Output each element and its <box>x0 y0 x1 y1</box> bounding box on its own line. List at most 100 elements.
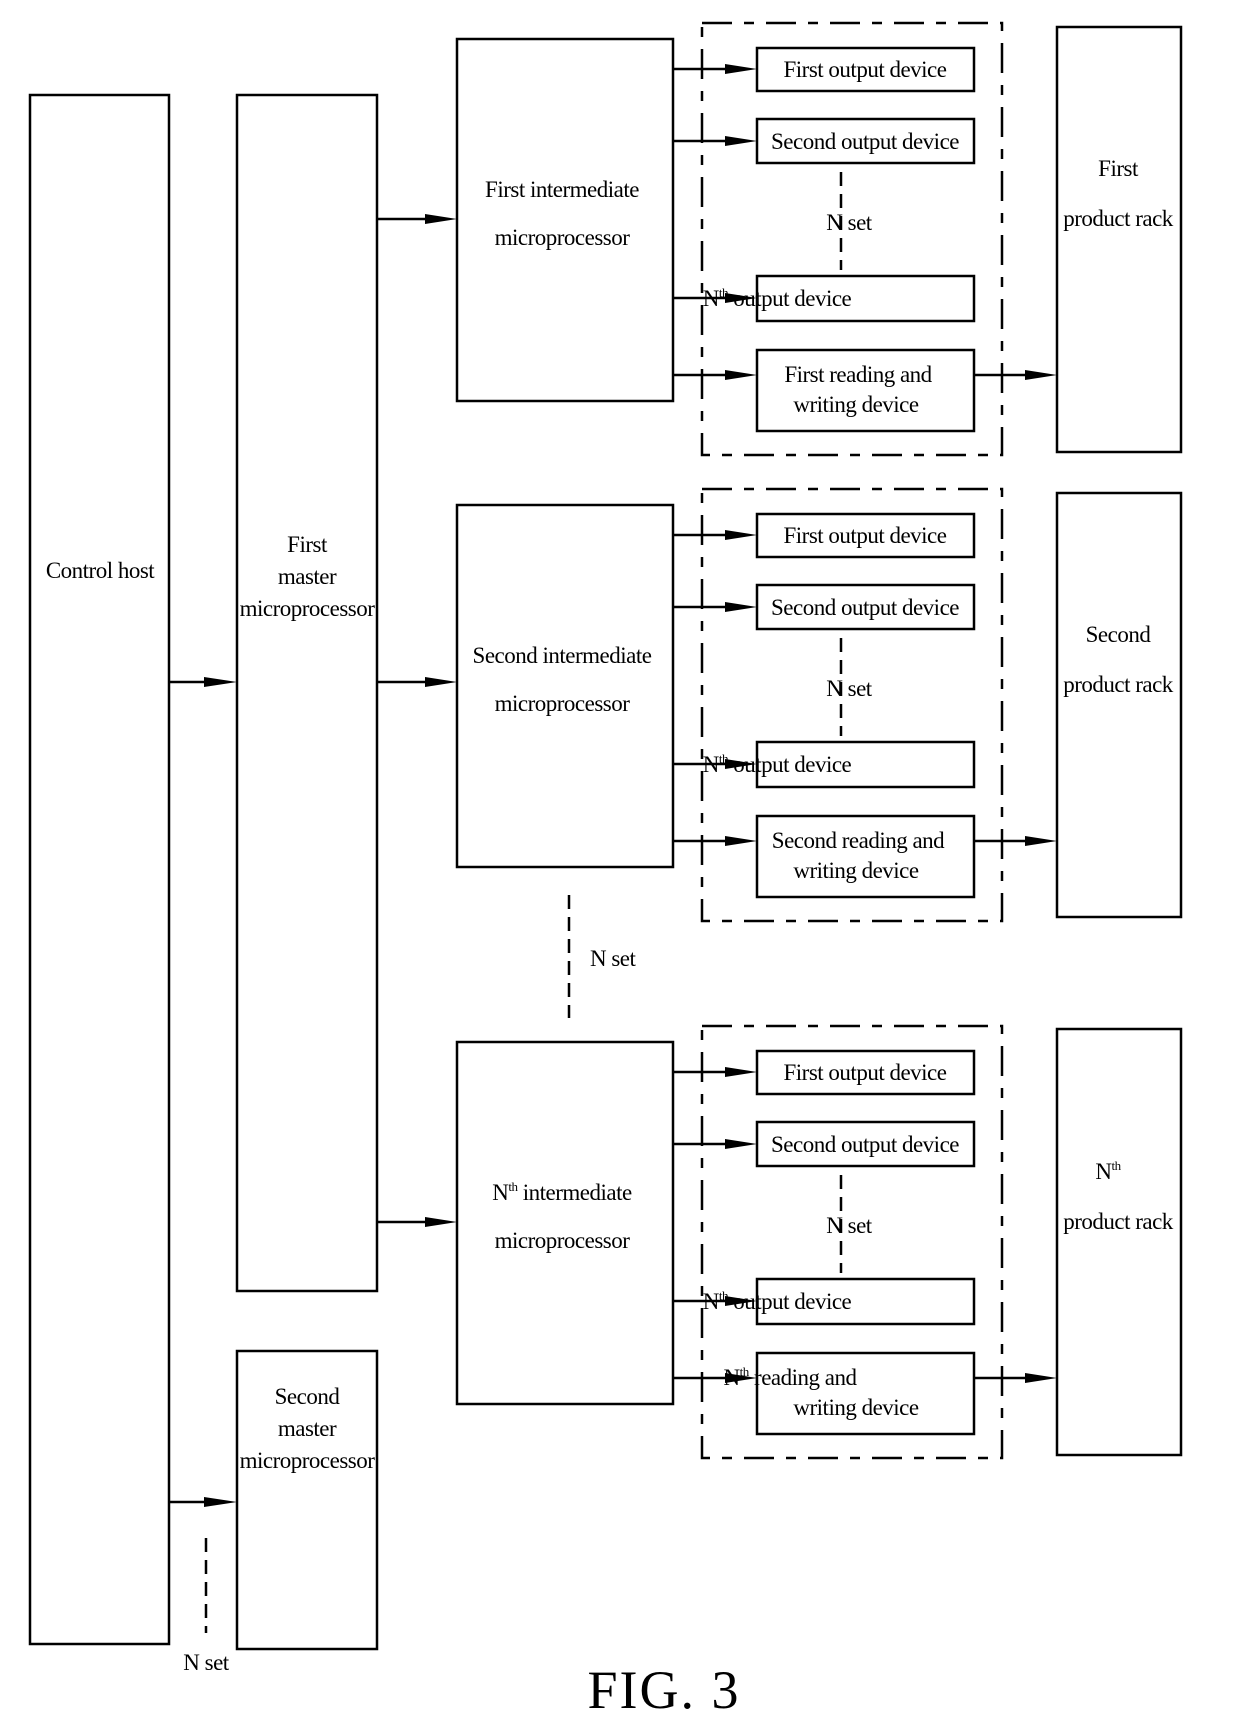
second-reading-writing-device: Second reading and writing device <box>755 814 976 899</box>
output-device-label: Second output device <box>771 595 959 620</box>
arrowhead-icon <box>725 602 757 612</box>
reading-writing-label-line1: Second reading and <box>772 828 945 853</box>
arrowhead-icon <box>204 677 237 687</box>
nth-product-rack: Nthproduct rack <box>1055 1027 1183 1457</box>
nth-intermediate-label-line2: microprocessor <box>495 1228 631 1253</box>
nth-reading-writing-device: Nth reading and writing device <box>724 1351 976 1436</box>
arrow-control-to-first-master <box>169 677 237 687</box>
arrow-first-intermediate-to-output-2 <box>673 136 757 146</box>
output-device: Second output device <box>755 117 976 165</box>
nth-section: Nth intermediatemicroprocessor First outp… <box>377 1024 1183 1460</box>
n-set-masters-label: N set <box>183 1650 230 1675</box>
n-set-outputs-label: N set <box>826 1213 873 1238</box>
arrow-master-to-first-intermediate <box>377 214 457 224</box>
output-device-label: Nth output device <box>703 751 852 777</box>
second-intermediate-label-line2: microprocessor <box>495 691 631 716</box>
output-device-label: First output device <box>784 57 947 82</box>
first-product-rack: First product rack <box>1055 25 1183 454</box>
product-rack-label-line2: product rack <box>1063 672 1174 697</box>
arrow-second-intermediate-to-reader <box>673 836 757 846</box>
arrowhead-icon <box>725 1139 757 1149</box>
n-set-outputs-label: N set <box>826 210 873 235</box>
output-device: Second output device <box>755 583 976 631</box>
nth-intermediate-box <box>455 1040 675 1406</box>
n-set-outputs-label: N set <box>826 676 873 701</box>
output-device-label: First output device <box>784 523 947 548</box>
figure-caption: FIG. 3 <box>587 1660 740 1720</box>
arrowhead-icon <box>725 1067 757 1077</box>
output-device: Nth output device <box>703 274 976 323</box>
arrow-first-intermediate-to-output-1 <box>673 64 757 74</box>
product-rack-label-line2: product rack <box>1063 1209 1174 1234</box>
arrow-second-intermediate-to-output-2 <box>673 602 757 612</box>
arrow-second-reader-to-rack <box>974 836 1057 846</box>
output-device: Nth output device <box>703 740 976 789</box>
control-host-box <box>28 93 171 1646</box>
output-device-label: First output device <box>784 1060 947 1085</box>
first-section: First intermediate microprocessor First ou… <box>377 21 1183 457</box>
second-intermediate-block: Second intermediate microprocessor <box>455 503 675 869</box>
first-master-label-line2: master <box>278 564 337 589</box>
first-intermediate-label-line1: First intermediate <box>485 177 639 202</box>
arrowhead-icon <box>725 836 757 846</box>
first-master-box <box>235 93 379 1293</box>
arrow-master-to-second-intermediate <box>377 677 457 687</box>
arrow-nth-intermediate-to-output-1 <box>673 1067 757 1077</box>
arrow-second-intermediate-to-output-1 <box>673 530 757 540</box>
reading-writing-label-line1: Nth reading and <box>724 1364 858 1390</box>
arrowhead-icon <box>204 1497 237 1507</box>
first-master-label-line1: First <box>287 532 328 557</box>
product-rack-box <box>1055 1027 1183 1457</box>
arrow-first-reader-to-rack <box>974 370 1057 380</box>
product-rack-label-line1: First <box>1098 156 1139 181</box>
first-intermediate-box <box>455 37 675 403</box>
first-intermediate-label-line2: microprocessor <box>495 225 631 250</box>
output-device: First output device <box>755 46 976 93</box>
arrowhead-icon <box>1025 370 1057 380</box>
output-device-label: Nth output device <box>703 285 852 311</box>
product-rack-label-line2: product rack <box>1063 206 1174 231</box>
arrowhead-icon <box>425 1217 457 1227</box>
arrow-first-intermediate-to-reader <box>673 370 757 380</box>
reading-writing-label-line2: writing device <box>793 392 918 417</box>
output-device: First output device <box>755 512 976 559</box>
arrowhead-icon <box>1025 836 1057 846</box>
second-master-label-line2: master <box>278 1416 337 1441</box>
output-device: Second output device <box>755 1120 976 1168</box>
first-intermediate-block: First intermediate microprocessor <box>455 37 675 403</box>
product-rack-box <box>1055 25 1183 454</box>
output-device-label: Second output device <box>771 129 959 154</box>
output-device: Nth output device <box>703 1277 976 1326</box>
reading-writing-label-line2: writing device <box>793 858 918 883</box>
arrow-nth-intermediate-to-output-2 <box>673 1139 757 1149</box>
reading-writing-label-line2: writing device <box>793 1395 918 1420</box>
arrow-nth-reader-to-rack <box>974 1373 1057 1383</box>
control-host-block: Control host <box>28 93 171 1646</box>
output-device: First output device <box>755 1049 976 1096</box>
arrowhead-icon <box>725 136 757 146</box>
arrowhead-icon <box>725 370 757 380</box>
arrowhead-icon <box>425 214 457 224</box>
n-set-intermediate-label: N set <box>590 946 637 971</box>
output-device-label: Second output device <box>771 1132 959 1157</box>
nth-intermediate-block: Nth intermediatemicroprocessor <box>455 1040 675 1406</box>
output-device-label: Nth output device <box>703 1288 852 1314</box>
second-product-rack: Second product rack <box>1055 491 1183 919</box>
second-intermediate-box <box>455 503 675 869</box>
reading-writing-label-line1: First reading and <box>784 362 932 387</box>
arrowhead-icon <box>725 530 757 540</box>
first-master-block: First master microprocessor <box>235 93 379 1293</box>
block-diagram: Control host First master microprocessor… <box>28 21 1183 1720</box>
arrowhead-icon <box>725 64 757 74</box>
second-master-label-line3: microprocessor <box>240 1448 376 1473</box>
arrowhead-icon <box>425 677 457 687</box>
sections: First intermediate microprocessor First ou… <box>377 21 1183 1460</box>
first-reading-writing-device: First reading and writing device <box>755 348 976 433</box>
control-host-label: Control host <box>46 558 155 583</box>
product-rack-label-line1: Second <box>1086 622 1152 647</box>
second-master-block: Second master microprocessor <box>235 1349 379 1651</box>
product-rack-box <box>1055 491 1183 919</box>
arrow-master-to-nth-intermediate <box>377 1217 457 1227</box>
arrow-control-to-second-master <box>169 1497 237 1507</box>
second-section: Second intermediate microprocessor First o… <box>377 487 1183 923</box>
